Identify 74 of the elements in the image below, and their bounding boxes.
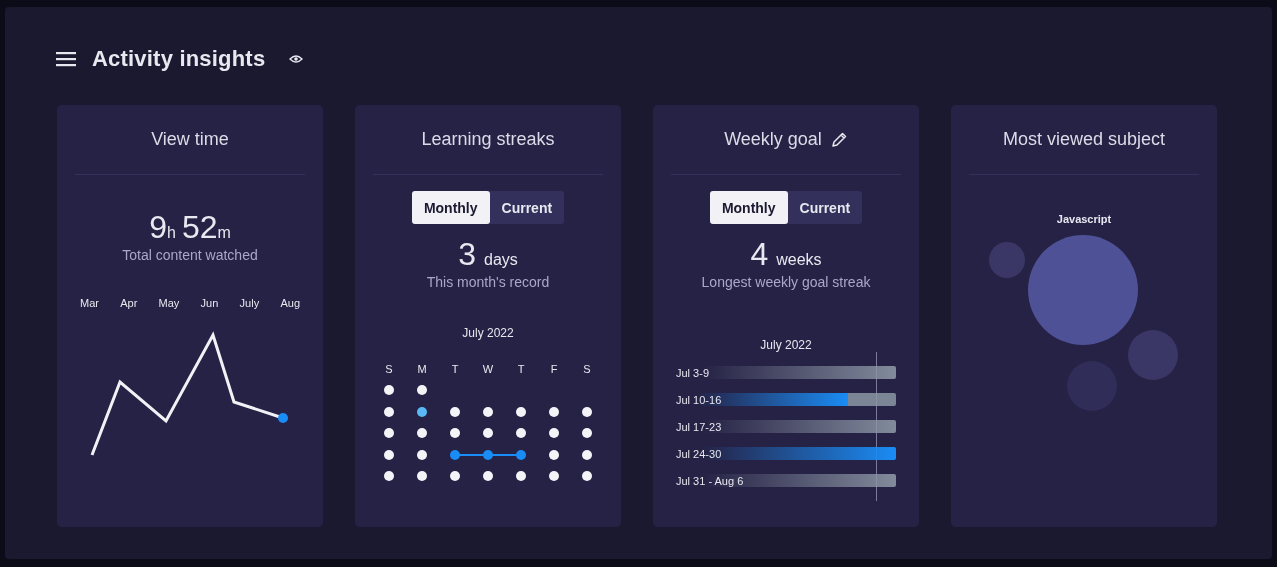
minutes-value: 52	[181, 211, 218, 243]
card-title: Learning streaks	[421, 129, 555, 150]
month-label: Mar	[80, 297, 99, 309]
week-label: Jul 24-30	[676, 447, 722, 460]
day-dot[interactable]	[516, 471, 526, 482]
caption: Total content watched	[122, 247, 258, 263]
day-dot[interactable]	[384, 471, 394, 482]
day-dot[interactable]	[516, 449, 526, 460]
day-dot[interactable]	[582, 449, 592, 460]
day-dot[interactable]	[384, 406, 394, 417]
weekday-label: T	[450, 362, 460, 375]
card-title: Most viewed subject	[1002, 129, 1166, 150]
day-dot[interactable]	[516, 406, 526, 417]
period-tab[interactable]: Current	[787, 191, 863, 224]
day-dot[interactable]	[450, 471, 460, 482]
period-tab[interactable]: Monthly	[709, 191, 788, 224]
month-label: Jun	[200, 297, 219, 309]
minutes-unit: m	[217, 225, 231, 241]
month-label: Apr	[120, 297, 138, 309]
month-label: July 2022	[462, 326, 514, 340]
day-dot[interactable]	[450, 406, 460, 417]
card-title: Weekly goal	[724, 129, 822, 150]
caption: This month's record	[426, 274, 550, 290]
month-label: Aug	[280, 297, 300, 309]
hours-unit: h	[167, 225, 176, 241]
day-dot[interactable]	[450, 428, 460, 439]
card-title: View time	[151, 129, 229, 150]
day-dot[interactable]	[582, 406, 592, 417]
day-dot[interactable]	[483, 428, 493, 439]
day-dot[interactable]	[417, 449, 427, 460]
weekday-label: M	[416, 362, 428, 375]
week-label: Jul 3-9	[676, 366, 710, 379]
streak-value: 3	[458, 238, 476, 270]
week-label: Jul 17-23	[676, 420, 722, 433]
day-dot[interactable]	[450, 449, 460, 460]
day-dot[interactable]	[417, 428, 427, 439]
month-label: May	[158, 297, 180, 309]
menu-icon[interactable]	[56, 51, 76, 67]
day-dot[interactable]	[549, 471, 559, 482]
week-label: Jul 10-16	[676, 393, 722, 406]
day-dot[interactable]	[582, 471, 592, 482]
day-dot[interactable]	[384, 428, 394, 439]
day-dot[interactable]	[549, 406, 559, 417]
day-dot[interactable]	[384, 385, 394, 396]
day-dot[interactable]	[417, 406, 427, 417]
day-dot[interactable]	[483, 471, 493, 482]
day-dot[interactable]	[483, 449, 493, 460]
edit-icon[interactable]	[829, 130, 848, 149]
subject-label: Javascript	[1056, 213, 1112, 225]
day-dot[interactable]	[582, 428, 592, 439]
period-tab[interactable]: Monthly	[411, 191, 490, 224]
day-dot[interactable]	[516, 428, 526, 439]
month-label: July	[239, 297, 260, 309]
hours-value: 9	[149, 211, 167, 243]
day-dot[interactable]	[483, 406, 493, 417]
goal-value: 4	[750, 238, 769, 270]
day-dot[interactable]	[549, 428, 559, 439]
eye-icon[interactable]	[289, 54, 304, 64]
weekday-label: W	[481, 362, 495, 375]
period-tab[interactable]: Current	[489, 191, 565, 224]
day-dot[interactable]	[417, 385, 427, 396]
day-dot[interactable]	[384, 449, 394, 460]
weekday-label: S	[384, 362, 394, 375]
day-dot[interactable]	[549, 449, 559, 460]
goal-unit: weeks	[776, 252, 822, 268]
weekday-label: T	[516, 362, 526, 375]
week-label: Jul 31 - Aug 6	[676, 474, 744, 487]
month-label: July 2022	[760, 338, 812, 352]
day-dot[interactable]	[417, 471, 427, 482]
caption: Longest weekly goal streak	[701, 274, 871, 290]
weekday-label: S	[582, 362, 592, 375]
page-title: Activity insights	[92, 46, 266, 72]
streak-unit: days	[484, 252, 518, 268]
weekday-label: F	[549, 362, 559, 375]
